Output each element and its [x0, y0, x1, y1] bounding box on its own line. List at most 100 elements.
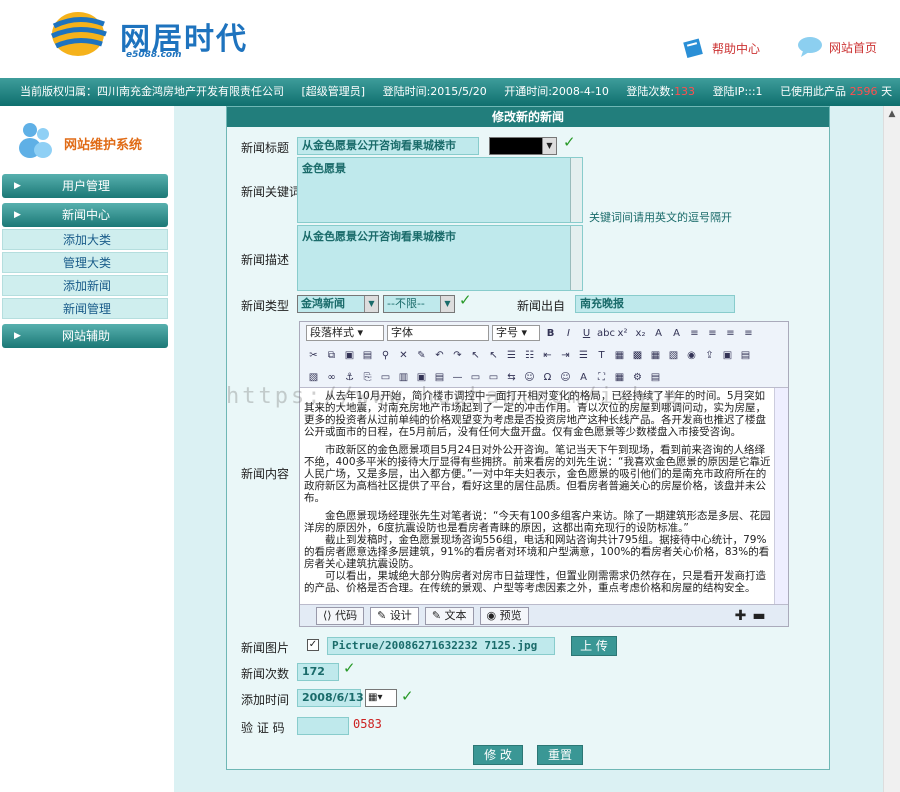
upload-button[interactable]: 上 传 [571, 636, 617, 656]
image-insert-icon[interactable]: ▧ [306, 370, 321, 385]
justify-icon[interactable]: ≡ [741, 326, 756, 341]
sidebar-item-manage-category[interactable]: 管理大类 [2, 252, 168, 273]
title-color-select[interactable]: ▼ [489, 137, 557, 155]
paragraph-style-select[interactable]: 段落样式 ▾ [306, 325, 384, 341]
tab-design[interactable]: ✎ 设计 [370, 606, 419, 625]
link-icon[interactable]: ∞ [324, 370, 339, 385]
indent-icon[interactable]: ⇥ [558, 348, 573, 363]
editor-content[interactable]: 从去年10月开始，简介楼市调控中一面打开相对变化的格局，已经持续了半年的时间。5… [300, 388, 776, 604]
scroll-up-icon[interactable]: ▲ [884, 106, 900, 123]
tab-code[interactable]: ⟨⟩ 代码 [316, 606, 365, 625]
hr-icon[interactable]: — [450, 370, 465, 385]
form-icon[interactable]: ▤ [432, 370, 447, 385]
special-char-icon[interactable]: Ω [540, 370, 555, 385]
font-size-select[interactable]: 字号 ▾ [492, 325, 540, 341]
reset-button[interactable]: 重置 [537, 745, 583, 765]
calendar-icon[interactable]: ▦▾ [365, 689, 397, 707]
text-icon[interactable]: A [576, 370, 591, 385]
image-icon[interactable]: ▩ [630, 348, 645, 363]
image-checkbox[interactable]: ✓ [307, 639, 319, 651]
upload-icon[interactable]: ⇪ [702, 348, 717, 363]
unordered-list-icon[interactable]: ☷ [522, 348, 537, 363]
flash-icon[interactable]: ▧ [666, 348, 681, 363]
paste-icon[interactable]: ▣ [342, 348, 357, 363]
source-input[interactable]: 南充晚报 [575, 295, 735, 313]
settings-icon[interactable]: ⚙ [630, 370, 645, 385]
rich-text-editor[interactable]: 段落样式 ▾ 字体 字号 ▾ B I U abc x² x₂ A A ≡ ≡ ≡… [299, 321, 789, 627]
editor-scrollbar[interactable] [774, 388, 788, 604]
label-count: 新闻次数 [241, 667, 290, 681]
bold-icon[interactable]: B [543, 326, 558, 341]
emoticon-icon[interactable]: ☺ [558, 370, 573, 385]
anchor-icon[interactable]: ⚓ [342, 370, 357, 385]
site-home-link[interactable]: 网站首页 [797, 36, 877, 58]
grid-icon[interactable]: ▦ [612, 370, 627, 385]
strikethrough-icon[interactable]: abc [597, 326, 615, 341]
align-right-icon[interactable]: ≡ [723, 326, 738, 341]
label-source: 新闻出自 [517, 299, 566, 313]
media-icon[interactable]: ▣ [720, 348, 735, 363]
type-select[interactable]: 金鸿新闻 ▼ [297, 295, 379, 313]
page-scrollbar[interactable]: ▲ [883, 106, 900, 792]
description-textarea[interactable]: 从金色愿景公开咨询看果城楼市 [297, 225, 583, 291]
scrollbar[interactable] [570, 226, 582, 290]
title-input[interactable]: 从金色愿景公开咨询看果城楼市 [297, 137, 479, 155]
copy-icon[interactable]: ⧉ [324, 348, 339, 363]
highlight-icon[interactable]: A [669, 326, 684, 341]
frame-icon[interactable]: ▭ [378, 370, 393, 385]
fullscreen-icon[interactable]: ⛶ [594, 370, 609, 385]
font-select[interactable]: 字体 [387, 325, 489, 341]
tab-preview[interactable]: ◉ 预览 [479, 606, 529, 625]
table-icon[interactable]: ▦ [648, 348, 663, 363]
italic-icon[interactable]: I [561, 326, 576, 341]
count-input[interactable]: 172 [297, 663, 339, 681]
sidebar-item-user-management[interactable]: ▶ 用户管理 [2, 174, 168, 198]
template-icon[interactable]: ▥ [396, 370, 411, 385]
marquee-icon[interactable]: ⇆ [504, 370, 519, 385]
cut-icon[interactable]: ✂ [306, 348, 321, 363]
sidebar-item-site-assist[interactable]: ▶ 网站辅助 [2, 324, 168, 348]
bg-color-icon[interactable]: ▦ [612, 348, 627, 363]
input-icon[interactable]: ▭ [468, 370, 483, 385]
time-input[interactable]: 2008/6/13 [297, 689, 364, 707]
emoticon-alt-icon[interactable]: ☺ [522, 370, 537, 385]
captcha-input[interactable] [297, 717, 349, 735]
help-center-link[interactable]: 帮助中心 [682, 36, 760, 60]
clean-icon[interactable]: ✎ [414, 348, 429, 363]
globe-icon[interactable]: ◉ [684, 348, 699, 363]
button-icon[interactable]: ▭ [486, 370, 501, 385]
redo-icon[interactable]: ↷ [450, 348, 465, 363]
sidebar-item-add-category[interactable]: 添加大类 [2, 229, 168, 250]
sidebar-item-add-news[interactable]: 添加新闻 [2, 275, 168, 296]
attachment-icon[interactable]: ⎘ [360, 370, 375, 385]
keywords-textarea[interactable]: 金色愿景 [297, 157, 583, 223]
outdent-alt-icon[interactable]: ☰ [576, 348, 591, 363]
find-icon[interactable]: ⚲ [378, 348, 393, 363]
tab-text[interactable]: ✎ 文本 [424, 606, 474, 625]
superscript-icon[interactable]: x² [615, 326, 630, 341]
text-color-icon[interactable]: T [594, 348, 609, 363]
sidebar-item-manage-news[interactable]: 新闻管理 [2, 298, 168, 319]
pagebreak-icon[interactable]: ▤ [648, 370, 663, 385]
pointer-icon[interactable]: ↖ [468, 348, 483, 363]
align-center-icon[interactable]: ≡ [705, 326, 720, 341]
picture-icon[interactable]: ▤ [738, 348, 753, 363]
outdent-icon[interactable]: ⇤ [540, 348, 555, 363]
image-path-input[interactable]: Pictrue/20086271632232 7125.jpg [327, 637, 555, 655]
paste-text-icon[interactable]: ▤ [360, 348, 375, 363]
align-left-icon[interactable]: ≡ [687, 326, 702, 341]
delete-icon[interactable]: ✕ [396, 348, 411, 363]
plus-icon[interactable]: ✚ [735, 608, 747, 624]
minus-icon[interactable]: ▬ [752, 608, 765, 624]
font-color-icon[interactable]: A [651, 326, 666, 341]
subscript-icon[interactable]: x₂ [633, 326, 648, 341]
scrollbar[interactable] [570, 158, 582, 222]
box-icon[interactable]: ▣ [414, 370, 429, 385]
sidebar-item-news-center[interactable]: ▶ 新闻中心 [2, 203, 168, 227]
subtype-select[interactable]: --不限-- ▼ [383, 295, 455, 313]
ordered-list-icon[interactable]: ☰ [504, 348, 519, 363]
pointer-alt-icon[interactable]: ↖ [486, 348, 501, 363]
undo-icon[interactable]: ↶ [432, 348, 447, 363]
submit-button[interactable]: 修 改 [473, 745, 523, 765]
underline-icon[interactable]: U [579, 326, 594, 341]
